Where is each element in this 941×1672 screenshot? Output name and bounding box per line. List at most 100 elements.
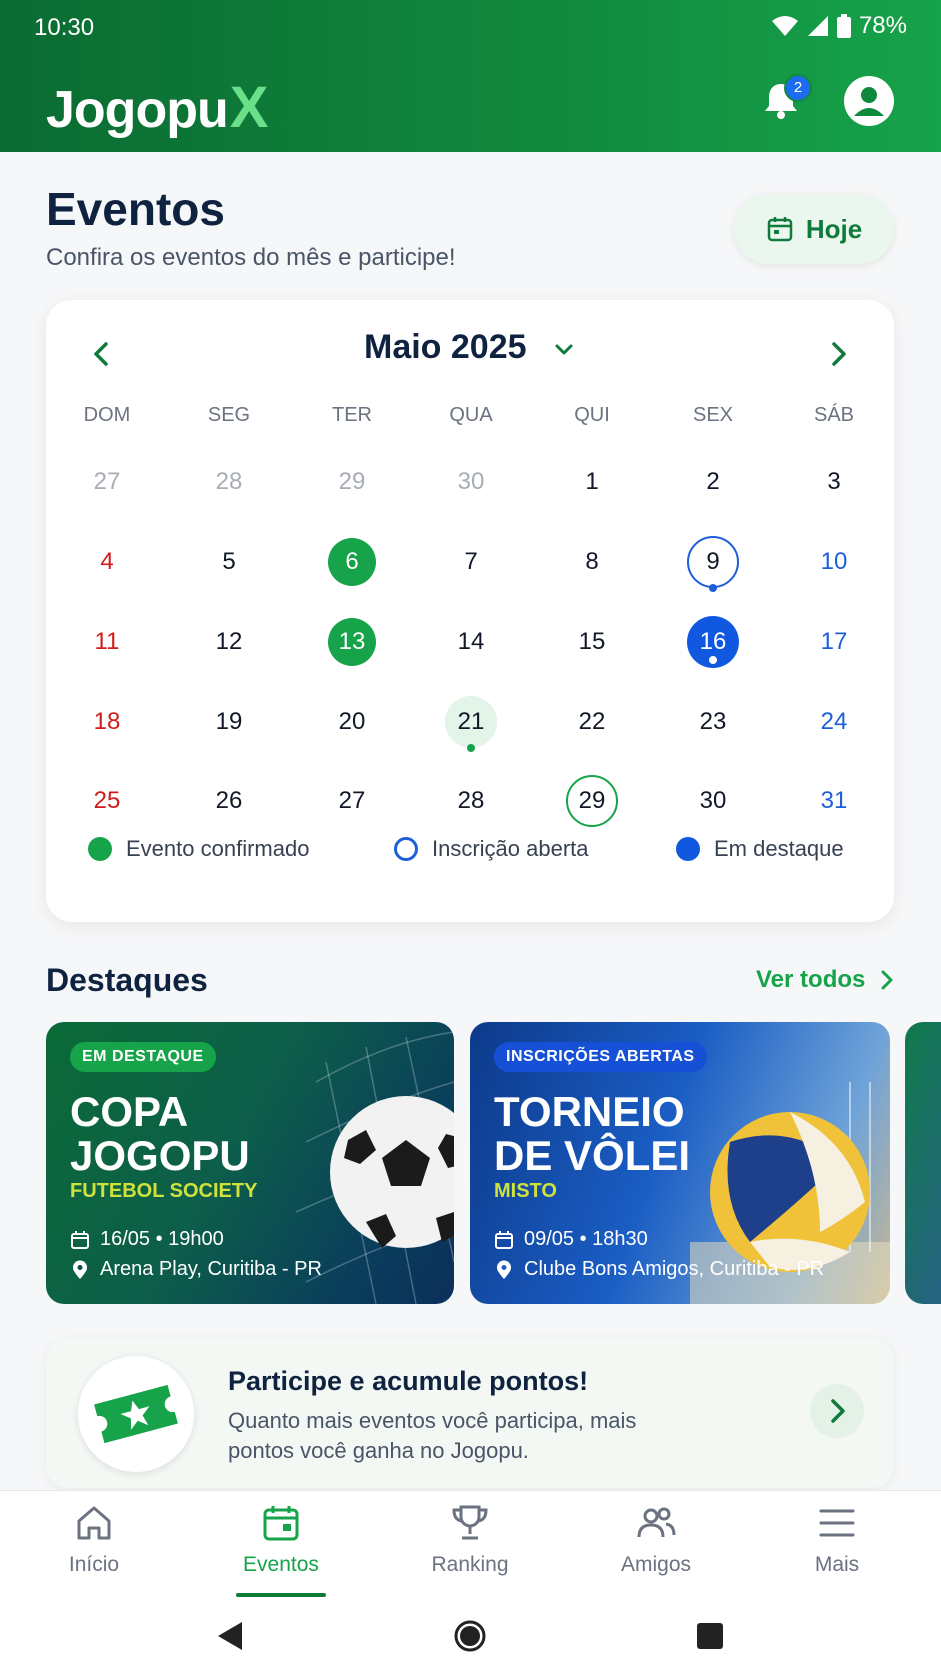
legend-featured: Em destaque <box>676 836 844 862</box>
calendar-day-confirmed[interactable]: 13 <box>328 618 376 666</box>
wifi-icon <box>771 16 798 36</box>
calendar-day[interactable]: 14 <box>445 616 497 668</box>
event-card[interactable]: EM DESTAQUE COPA JOGOPU FUTEBOL SOCIETY … <box>46 1022 454 1304</box>
calendar-day[interactable]: 30 <box>687 775 739 827</box>
section-title: Destaques <box>46 962 208 998</box>
app-logo: JogopuX <box>46 74 269 141</box>
calendar-day-confirmed[interactable]: 6 <box>328 538 376 586</box>
calendar-day[interactable]: 31 <box>808 775 860 827</box>
user-avatar-icon[interactable] <box>844 76 894 126</box>
promo-text: Quanto mais eventos você participa, mais… <box>228 1408 637 1463</box>
calendar-day[interactable]: 15 <box>566 616 618 668</box>
calendar-day[interactable]: 10 <box>808 536 860 588</box>
tab-label: Ranking <box>431 1553 509 1576</box>
people-icon <box>637 1507 676 1538</box>
battery-level: 78% <box>858 12 907 39</box>
ticket-star-icon <box>78 1356 194 1472</box>
calendar-day[interactable]: 30 <box>445 456 497 508</box>
calendar-day[interactable]: 29 <box>326 456 378 508</box>
event-title-line: TORNEIO <box>494 1088 685 1135</box>
calendar-day[interactable]: 11 <box>81 616 133 668</box>
back-icon[interactable] <box>216 1620 244 1652</box>
see-all-link[interactable]: Ver todos <box>756 966 895 994</box>
today-button[interactable]: Hoje <box>734 194 894 264</box>
calendar-day[interactable]: 7 <box>445 536 497 588</box>
page-title: Eventos <box>46 183 225 235</box>
legend-label: Em destaque <box>714 836 844 861</box>
event-title: COPA JOGOPU <box>70 1090 330 1178</box>
tab-label: Amigos <box>620 1553 692 1576</box>
bottom-tab-bar: Início Eventos Ranking Amigos Mais <box>0 1490 941 1603</box>
calendar-day-selected[interactable]: 21 <box>445 696 497 748</box>
home-button-icon[interactable] <box>454 1620 486 1652</box>
event-datetime: 16/05 • 19h00 <box>70 1228 224 1251</box>
calendar-day[interactable]: 27 <box>326 775 378 827</box>
event-card-partial[interactable] <box>905 1022 941 1304</box>
page-subtitle: Confira os eventos do mês e participe! <box>46 244 456 271</box>
calendar-day-open[interactable]: 9 <box>687 536 739 588</box>
calendar-day[interactable]: 12 <box>203 616 255 668</box>
tab-home[interactable]: Início <box>24 1503 164 1577</box>
see-all-label: Ver todos <box>756 966 866 993</box>
home-icon <box>77 1506 111 1540</box>
battery-icon <box>836 14 851 38</box>
calendar-day[interactable]: 17 <box>808 616 860 668</box>
calendar-day[interactable]: 27 <box>81 456 133 508</box>
calendar-day[interactable]: 28 <box>203 456 255 508</box>
calendar-day[interactable]: 26 <box>203 775 255 827</box>
legend-confirmed: Evento confirmado <box>88 836 309 862</box>
event-card[interactable]: INSCRIÇÕES ABERTAS TORNEIO DE VÔLEI MIST… <box>470 1022 890 1304</box>
calendar-day[interactable]: 2 <box>687 456 739 508</box>
calendar-icon <box>263 1506 299 1541</box>
legend-swatch <box>88 837 112 861</box>
calendar-day[interactable]: 22 <box>566 696 618 748</box>
tab-label: Mais <box>814 1553 860 1576</box>
calendar-day[interactable]: 3 <box>808 456 860 508</box>
weekday-sun: DOM <box>83 404 131 426</box>
tab-more[interactable]: Mais <box>767 1503 907 1577</box>
event-location: Arena Play, Curitiba - PR <box>70 1258 322 1281</box>
today-label: Hoje <box>805 213 863 244</box>
month-selector[interactable]: Maio 2025 <box>46 328 894 367</box>
status-icons: 78% <box>771 12 907 40</box>
tab-events[interactable]: Eventos <box>211 1503 351 1577</box>
recents-icon[interactable] <box>696 1622 724 1650</box>
calendar-day[interactable]: 18 <box>81 696 133 748</box>
chevron-right-icon[interactable] <box>818 334 858 374</box>
location-pin-icon <box>497 1260 511 1279</box>
trophy-icon <box>452 1505 488 1540</box>
event-location: Clube Bons Amigos, Curitiba - PR <box>494 1258 824 1281</box>
calendar-icon <box>767 217 793 242</box>
event-title-line: DE VÔLEI <box>494 1132 691 1179</box>
points-promo-card[interactable]: Participe e acumule pontos! Quanto mais … <box>46 1338 894 1488</box>
calendar-day[interactable]: 19 <box>203 696 255 748</box>
calendar-day[interactable]: 1 <box>566 456 618 508</box>
tab-label: Início <box>68 1553 120 1576</box>
calendar-day-today[interactable]: 29 <box>566 775 618 827</box>
system-navigation-bar <box>0 1602 941 1672</box>
status-bar: 10:30 78% <box>34 12 907 41</box>
calendar-day[interactable]: 23 <box>687 696 739 748</box>
legend-swatch <box>676 837 700 861</box>
event-datetime-text: 09/05 • 18h30 <box>524 1228 648 1250</box>
legend-swatch <box>394 837 418 861</box>
tab-ranking[interactable]: Ranking <box>400 1503 540 1577</box>
tab-friends[interactable]: Amigos <box>586 1503 726 1577</box>
calendar-day[interactable]: 5 <box>203 536 255 588</box>
calendar-day[interactable]: 8 <box>566 536 618 588</box>
event-title: TORNEIO DE VÔLEI <box>494 1090 754 1178</box>
logo-accent: X <box>229 75 269 140</box>
calendar-day[interactable]: 25 <box>81 775 133 827</box>
calendar-day[interactable]: 28 <box>445 775 497 827</box>
event-dot <box>709 584 717 592</box>
weekday-mon: SEG <box>207 404 251 426</box>
event-dot <box>709 656 717 664</box>
calendar-day[interactable]: 4 <box>81 536 133 588</box>
weekday-sat: SÁB <box>813 404 855 426</box>
calendar-day[interactable]: 20 <box>326 696 378 748</box>
weekday-tue: TER <box>332 404 372 426</box>
promo-arrow-button[interactable] <box>810 1384 864 1438</box>
legend-label: Inscrição aberta <box>432 836 589 861</box>
calendar-day[interactable]: 24 <box>808 696 860 748</box>
app-header: 10:30 78% JogopuX 2 <box>0 0 941 152</box>
